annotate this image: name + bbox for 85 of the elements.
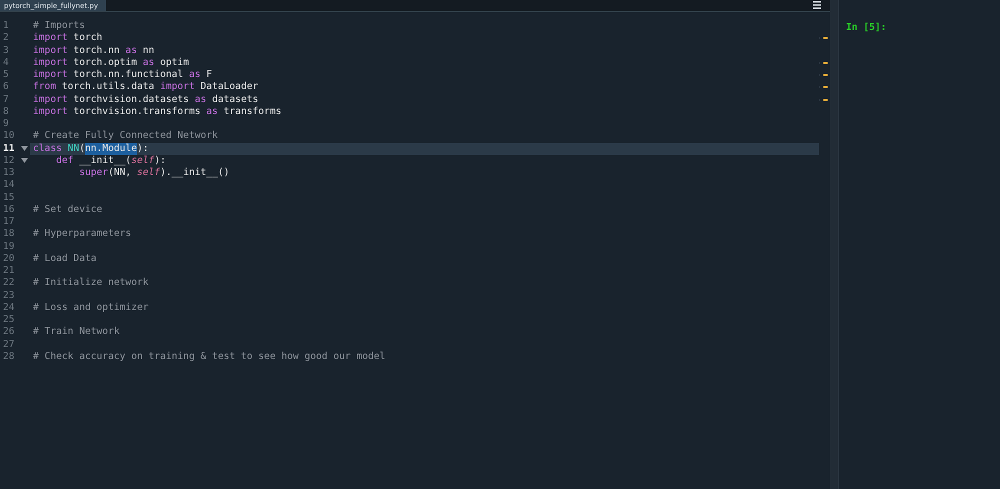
code-text: torch.optim bbox=[72, 56, 138, 70]
warning-marker[interactable] bbox=[822, 74, 828, 76]
code-text: datasets bbox=[211, 94, 258, 106]
fold-arrow-icon[interactable] bbox=[21, 146, 28, 152]
code-keyword: self bbox=[131, 154, 154, 168]
code-comment: # Check accuracy on training & test to see how good our model bbox=[33, 350, 386, 364]
line-number: 26 bbox=[2, 326, 15, 339]
code-keyword: def bbox=[55, 154, 74, 168]
code-text: torchvision.datasets bbox=[72, 94, 190, 106]
code-comment: # Imports bbox=[33, 20, 85, 32]
line-number: 12 bbox=[2, 154, 15, 168]
code-text: torch.nn.functional bbox=[72, 69, 184, 82]
code-builtin: super bbox=[78, 167, 108, 180]
line-number: 18 bbox=[2, 228, 15, 241]
code-keyword: as bbox=[188, 69, 201, 82]
line-number: 20 bbox=[2, 252, 15, 266]
line-number: 28 bbox=[2, 350, 15, 364]
fold-arrow-icon[interactable] bbox=[21, 158, 28, 164]
warning-marker[interactable] bbox=[822, 62, 828, 64]
code-comment: # Train Network bbox=[33, 326, 120, 339]
line-number: 9 bbox=[2, 118, 10, 130]
code-text: optim bbox=[159, 56, 189, 70]
code-comment: # Loss and optimizer bbox=[33, 302, 149, 314]
line-number: 24 bbox=[2, 302, 15, 314]
code-keyword: import bbox=[33, 44, 68, 57]
line-number: 23 bbox=[2, 290, 15, 302]
code-text: transforms bbox=[222, 106, 282, 118]
line-number: 27 bbox=[2, 338, 15, 351]
code-keyword: import bbox=[33, 56, 68, 70]
line-number: 14 bbox=[2, 179, 15, 192]
line-number: 6 bbox=[2, 81, 10, 94]
code-keyword: import bbox=[33, 106, 68, 118]
line-number: 16 bbox=[2, 204, 15, 216]
code-keyword: self bbox=[136, 167, 160, 180]
code-keyword: as bbox=[125, 44, 137, 57]
line-number: 3 bbox=[2, 44, 10, 57]
class-name: NN bbox=[66, 142, 80, 155]
code-text: ): bbox=[136, 142, 149, 155]
selected-text: nn.Module bbox=[85, 142, 137, 155]
code-text: (NN, bbox=[108, 167, 132, 180]
console-prompt: In [5]: bbox=[846, 22, 886, 33]
line-number: 21 bbox=[2, 265, 15, 278]
code-keyword: import bbox=[33, 69, 68, 82]
line-number: 1 bbox=[2, 20, 10, 32]
warning-marker[interactable] bbox=[822, 98, 828, 101]
code-keyword: import bbox=[33, 32, 68, 45]
code-keyword: as bbox=[194, 94, 206, 106]
code-keyword: as bbox=[206, 106, 218, 118]
code-comment: # Hyperparameters bbox=[33, 228, 132, 241]
code-text: ( bbox=[79, 142, 85, 155]
line-number: 7 bbox=[2, 94, 10, 106]
code-text: __init__( bbox=[78, 154, 132, 168]
line-number: 13 bbox=[2, 167, 15, 180]
line-number: 19 bbox=[2, 240, 15, 253]
line-number: 15 bbox=[2, 192, 15, 204]
line-number: 10 bbox=[2, 130, 15, 143]
code-comment: # Initialize network bbox=[33, 277, 149, 290]
code-text: torch.nn bbox=[72, 44, 121, 57]
code-text: ).__init__() bbox=[160, 167, 230, 180]
code-text: nn bbox=[142, 44, 154, 57]
code-comment: # Set device bbox=[33, 204, 102, 216]
code-text: ): bbox=[154, 154, 166, 168]
line-number: 17 bbox=[2, 216, 15, 228]
code-text: torch.utils.data bbox=[60, 81, 156, 94]
line-number: 22 bbox=[2, 277, 15, 290]
warning-marker[interactable] bbox=[822, 86, 828, 88]
code-keyword: from bbox=[33, 81, 56, 94]
code-keyword: import bbox=[33, 94, 68, 106]
line-number: 2 bbox=[2, 32, 10, 45]
code-keyword: import bbox=[160, 81, 195, 94]
line-number: 5 bbox=[2, 69, 10, 82]
line-number: 8 bbox=[2, 106, 10, 118]
code-keyword: class bbox=[33, 142, 62, 155]
line-number: 25 bbox=[2, 314, 15, 326]
code-text: F bbox=[205, 69, 212, 82]
code-text: torch bbox=[72, 32, 102, 45]
warning-marker[interactable] bbox=[822, 37, 828, 40]
menu-icon[interactable] bbox=[812, 0, 822, 10]
code-text: DataLoader bbox=[200, 81, 258, 94]
code-comment: # Load Data bbox=[33, 252, 97, 266]
code-comment: # Create Fully Connected Network bbox=[33, 130, 218, 143]
code-text: torchvision.transforms bbox=[72, 106, 202, 118]
code-keyword: as bbox=[142, 56, 154, 70]
line-number: 4 bbox=[2, 56, 10, 70]
line-number: 11 bbox=[2, 142, 15, 155]
